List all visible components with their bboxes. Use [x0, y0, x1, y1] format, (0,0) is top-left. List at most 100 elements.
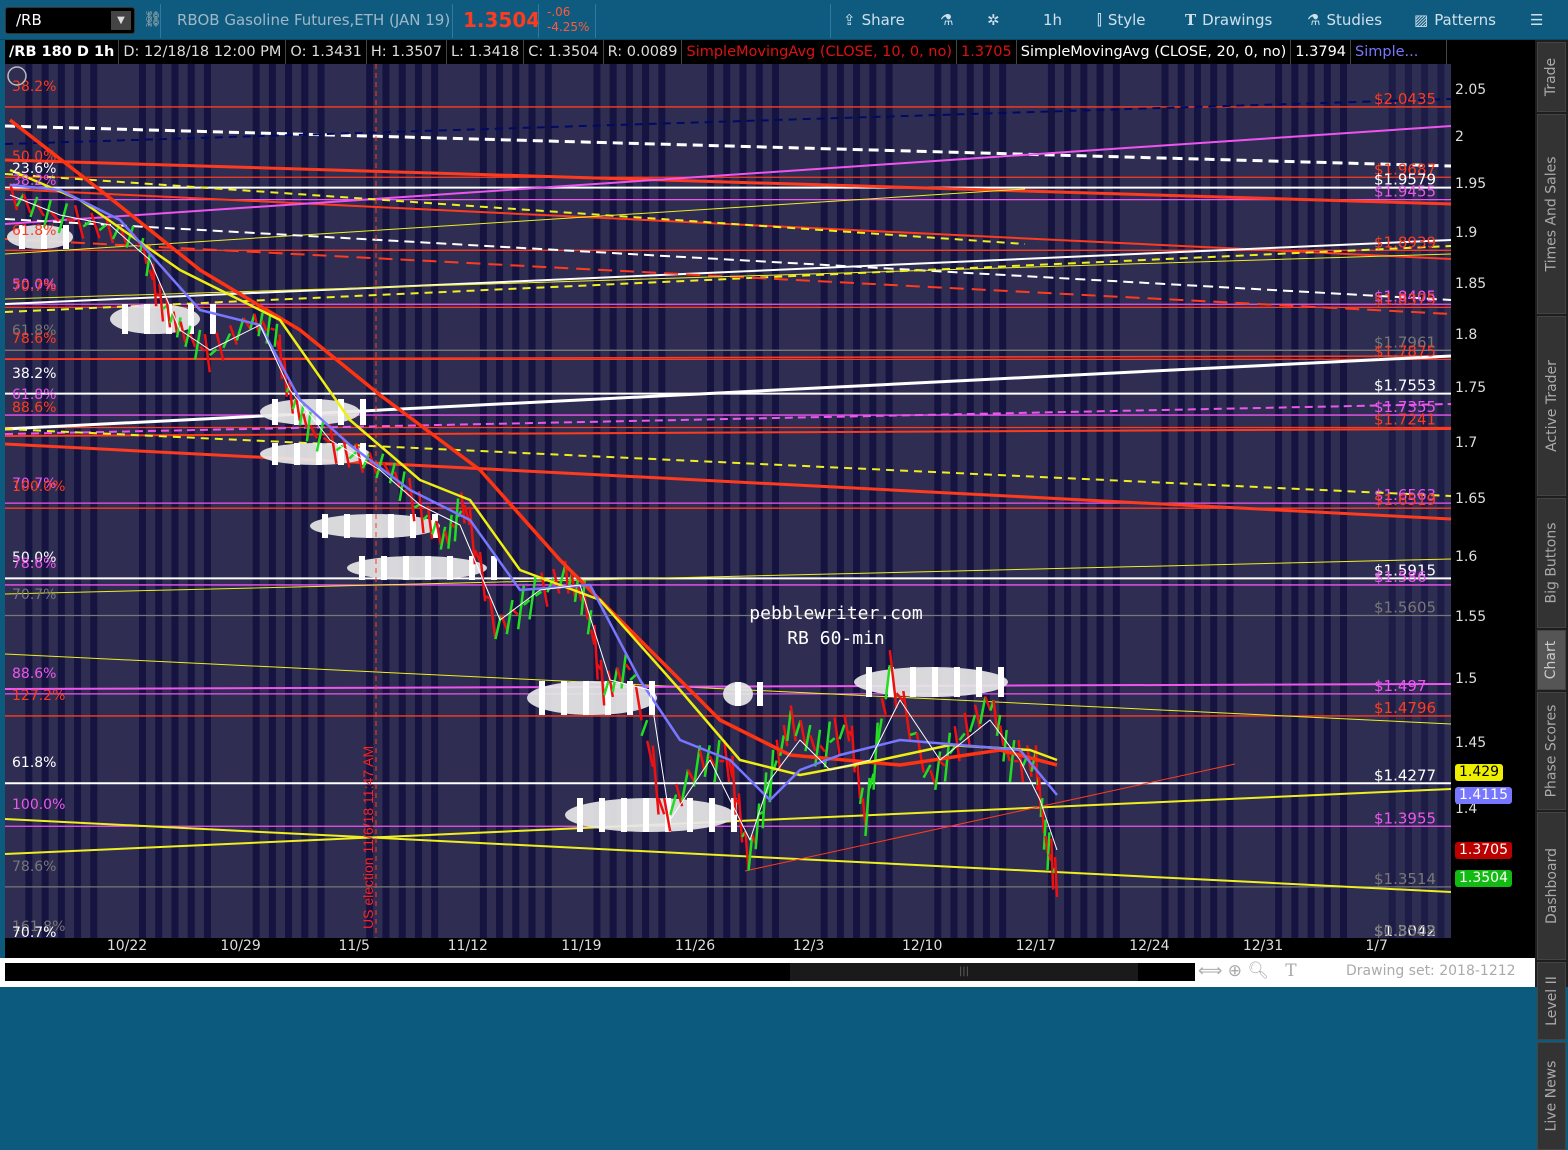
sidebar-tab-label: Phase Scores [1543, 704, 1560, 798]
ellipse-stripe [599, 798, 605, 832]
ellipse-stripe [359, 556, 365, 580]
style-button[interactable]: ⫿ Style [1097, 11, 1146, 29]
date-tick: 10/29 [220, 938, 261, 954]
sma3-label[interactable]: Simple... [1351, 40, 1448, 64]
fib-percent-label: 38.2% [12, 79, 56, 95]
ellipse-stripe [447, 556, 453, 580]
level-price-label: $1.7241 [1374, 410, 1436, 428]
divider [538, 4, 539, 38]
session-stripe [74, 64, 82, 938]
sidebar-tab-label: Level II [1543, 976, 1560, 1026]
session-stripe [771, 64, 779, 938]
scroll-thumb[interactable]: ||| [790, 963, 1138, 981]
sidebar-tab-phase-scores[interactable]: Phase Scores [1537, 692, 1566, 810]
drawings-button[interactable]: T Drawings [1185, 11, 1272, 29]
price-candle [66, 217, 76, 223]
fib-percent-label: 70.7% [12, 925, 56, 938]
session-stripe [1210, 64, 1218, 938]
sidebar-tab-level-ii[interactable]: Level II [1537, 962, 1566, 1040]
sidebar-tab-label: Active Trader [1543, 360, 1560, 452]
session-stripe [1340, 64, 1348, 938]
price-tick: 1.9 [1455, 225, 1478, 242]
session-stripe [836, 64, 844, 938]
fib-percent-label: 88.6% [12, 400, 56, 416]
price-tick: 1.7 [1455, 435, 1478, 452]
flask-icon: ⚗ [1307, 11, 1321, 29]
flask-button[interactable]: ⚗ [940, 11, 959, 29]
session-stripe [252, 64, 260, 938]
date-tick: 12/24 [1129, 938, 1170, 954]
ellipse-stripe [144, 304, 150, 334]
drawing-set-label[interactable]: Drawing set: 2018-1212 [1346, 963, 1516, 979]
ellipse-stripe [583, 681, 589, 715]
sidebar-tab-trade[interactable]: Trade [1537, 42, 1566, 112]
sma20-value: 1.3794 [1291, 40, 1352, 64]
sma10-value: 1.3705 [957, 40, 1017, 64]
level-price-label: $1.7553 [1374, 377, 1436, 395]
ellipse-stripe [366, 514, 372, 538]
sidebar-tab-label: Big Buttons [1543, 522, 1560, 604]
date-tick: 12/17 [1015, 938, 1056, 954]
patterns-button[interactable]: ▨ Patterns [1414, 11, 1496, 29]
session-stripe [999, 64, 1007, 938]
level-price-label: $1.3514 [1374, 870, 1436, 888]
sidebar-tab-chart[interactable]: Chart [1537, 630, 1566, 690]
session-stripe [966, 64, 974, 938]
session-stripe [382, 64, 390, 938]
menu-button[interactable]: ☰ [1530, 11, 1543, 29]
ellipse-fill [310, 514, 440, 538]
share-icon: ⇪ [843, 11, 856, 29]
interval-label: 1h [1043, 11, 1063, 29]
ellipse-stripe [425, 556, 431, 580]
sma20-label[interactable]: SimpleMovingAvg (CLOSE, 20, 0, no) [1017, 40, 1292, 64]
ellipse-stripe [998, 667, 1004, 697]
level-price-label: $1.4796 [1374, 699, 1436, 717]
level-price-label: $0.8508 [1374, 922, 1436, 938]
date-tick: 10/22 [106, 938, 148, 954]
pan-icon[interactable]: ⟺ [1198, 961, 1222, 981]
horizontal-scrollbar[interactable]: ||| [5, 963, 1195, 981]
session-stripe [268, 64, 276, 938]
studies-button[interactable]: ⚗ Studies [1307, 11, 1382, 29]
sidebar-tab-active-trader[interactable]: Active Trader [1537, 316, 1566, 496]
sidebar-tab-dashboard[interactable]: Dashboard [1537, 812, 1566, 960]
text-t-icon[interactable]: T [1285, 961, 1296, 981]
session-stripe [950, 64, 958, 938]
watermark-subtitle: RB 60-min [787, 628, 885, 649]
sidebar-tab-live-news[interactable]: Live News [1537, 1042, 1566, 1150]
price-badge: 1.3705 [1455, 842, 1512, 860]
price-tick: 1.55 [1455, 609, 1487, 626]
share-button[interactable]: ⇪ Share [843, 11, 905, 29]
date-tick: 12/31 [1242, 938, 1284, 954]
session-stripe [982, 64, 990, 938]
price-chart[interactable]: US election 11/6/18 11:47 AM$2.0435$1.96… [5, 64, 1451, 938]
chevron-down-icon[interactable]: ▼ [111, 11, 131, 30]
ellipse-stripe [932, 667, 938, 697]
sidebar-tab-big-buttons[interactable]: Big Buttons [1537, 498, 1566, 628]
session-stripe [171, 64, 179, 938]
crosshair-icon[interactable]: ⊕ [1228, 961, 1242, 981]
candlestick-icon: ⫿ [1097, 11, 1102, 29]
settings-button[interactable]: ✲ [987, 11, 1006, 29]
interval-button[interactable]: 1h [1043, 11, 1062, 29]
ellipse-stripe [954, 667, 960, 697]
level-price-label: $1.3955 [1374, 809, 1436, 827]
bar-open: O: 1.3431 [286, 40, 367, 64]
ellipse-stripe [360, 399, 366, 425]
zoom-icon[interactable]: 🔍︎ [1247, 961, 1269, 981]
highlight-ellipse [310, 514, 440, 538]
price-tick: 1.95 [1455, 176, 1487, 193]
sidebar-tab-times-and-sales[interactable]: Times And Sales [1537, 114, 1566, 314]
toolbar: /RB ▼ ⛓ RBOB Gasoline Futures,ETH (JAN 19… [0, 0, 1568, 40]
fib-percent-label: 100.0% [12, 797, 65, 813]
session-stripe [544, 64, 552, 938]
fib-percent-label: 100.0% [12, 479, 65, 495]
ellipse-stripe [687, 798, 693, 832]
session-stripe [479, 64, 487, 938]
bar-close: C: 1.3504 [524, 40, 604, 64]
symbol-selector[interactable]: /RB ▼ [5, 7, 135, 34]
bottom-bar: ||| ⟺ ⊕ 🔍︎ T Drawing set: 2018-1212 [0, 958, 1535, 987]
session-stripe [496, 64, 504, 938]
session-stripe [885, 64, 893, 938]
sma10-label[interactable]: SimpleMovingAvg (CLOSE, 10, 0, no) [682, 40, 958, 64]
